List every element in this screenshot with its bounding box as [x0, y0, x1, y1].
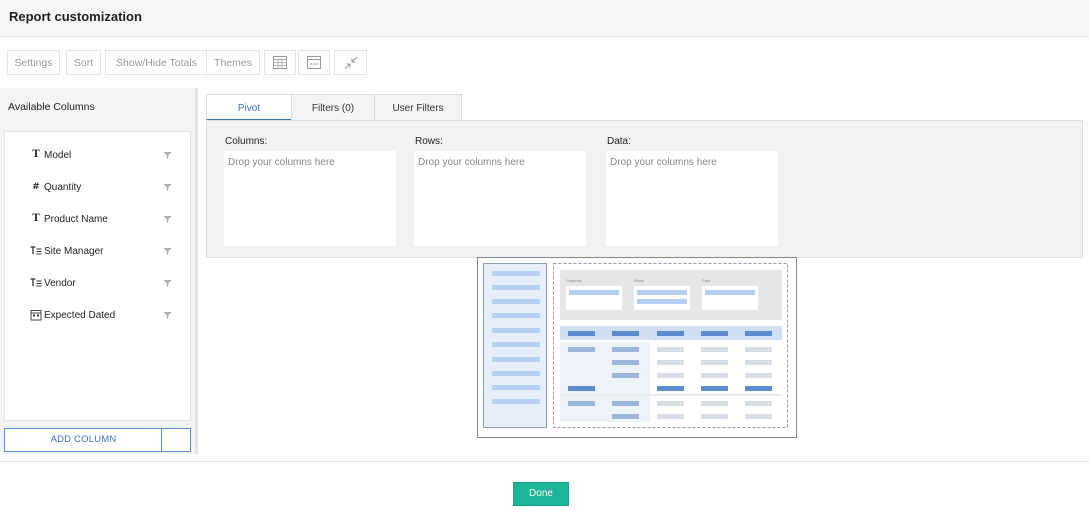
- columns-drop-placeholder: Drop your columns here: [228, 157, 335, 168]
- filter-icon[interactable]: [163, 311, 172, 320]
- pivot-drop-area: Columns: Drop your columns here Rows: Dr…: [206, 120, 1083, 258]
- add-column-dropdown-button[interactable]: [161, 429, 190, 451]
- filter-icon[interactable]: [163, 151, 172, 160]
- data-drop-placeholder: Drop your columns here: [610, 157, 717, 168]
- table-layout-button[interactable]: [264, 50, 296, 75]
- available-columns-title: Available Columns: [8, 101, 95, 113]
- pivot-preview-illustration: Columns Rows Data: [477, 257, 797, 438]
- filter-icon[interactable]: [163, 247, 172, 256]
- collapse-button[interactable]: [334, 50, 367, 75]
- done-button[interactable]: Done: [513, 482, 569, 506]
- column-label: Vendor: [44, 278, 76, 289]
- column-label: Model: [44, 150, 72, 161]
- column-label: Expected Dated: [44, 310, 116, 321]
- columns-zone-label: Columns:: [225, 136, 268, 147]
- tab-filters[interactable]: Filters (0): [291, 94, 375, 121]
- compact-layout-icon: [307, 56, 321, 69]
- rows-zone-label: Rows:: [415, 136, 443, 147]
- filter-icon[interactable]: [163, 183, 172, 192]
- tab-user-filters[interactable]: User Filters: [374, 94, 462, 121]
- sort-button[interactable]: Sort: [66, 50, 101, 75]
- rows-drop-zone[interactable]: Drop your columns here: [414, 151, 586, 246]
- column-item-model[interactable]: T Model: [5, 145, 190, 167]
- dialog-title: Report customization: [9, 9, 142, 24]
- show-hide-totals-button[interactable]: Show/Hide Totals: [105, 50, 208, 75]
- filter-icon[interactable]: [163, 279, 172, 288]
- lookup-type-icon: [30, 246, 42, 255]
- rows-drop-placeholder: Drop your columns here: [418, 157, 525, 168]
- table-layout-icon: [273, 56, 287, 69]
- text-type-icon: T: [32, 213, 40, 224]
- data-drop-zone[interactable]: Drop your columns here: [606, 151, 778, 246]
- column-item-quantity[interactable]: # Quantity: [5, 177, 190, 199]
- add-column-button-group: ADD COLUMN: [4, 428, 191, 452]
- compact-layout-button[interactable]: [298, 50, 330, 75]
- column-item-site-manager[interactable]: Site Manager: [5, 241, 190, 263]
- number-type-icon: #: [32, 182, 40, 192]
- column-item-product-name[interactable]: T Product Name: [5, 209, 190, 231]
- preview-columns-text: Columns: [566, 278, 582, 283]
- collapse-icon: [344, 56, 357, 69]
- column-item-expected-dated[interactable]: Expected Dated: [5, 305, 190, 327]
- tab-pivot[interactable]: Pivot: [206, 94, 292, 121]
- column-item-vendor[interactable]: Vendor: [5, 273, 190, 295]
- add-column-button[interactable]: ADD COLUMN: [5, 429, 162, 451]
- text-type-icon: T: [32, 149, 40, 160]
- pivot-preview-graphic: Columns Rows Data: [483, 263, 788, 428]
- preview-data-text: Data: [702, 278, 711, 283]
- columns-list: T Model # Quantity T Product Name Site M…: [4, 131, 191, 421]
- dialog-header: Report customization: [0, 0, 1089, 37]
- lookup-type-icon: [30, 278, 42, 287]
- available-columns-panel: Available Columns T Model # Quantity T P…: [0, 88, 198, 454]
- settings-button[interactable]: Settings: [7, 50, 60, 75]
- filter-icon[interactable]: [163, 215, 172, 224]
- themes-button[interactable]: Themes: [206, 50, 260, 75]
- column-label: Site Manager: [44, 246, 104, 257]
- columns-drop-zone[interactable]: Drop your columns here: [224, 151, 396, 246]
- date-type-icon: [30, 310, 42, 321]
- column-label: Quantity: [44, 182, 82, 193]
- data-zone-label: Data:: [607, 136, 631, 147]
- preview-rows-text: Rows: [634, 278, 644, 283]
- column-label: Product Name: [44, 214, 108, 225]
